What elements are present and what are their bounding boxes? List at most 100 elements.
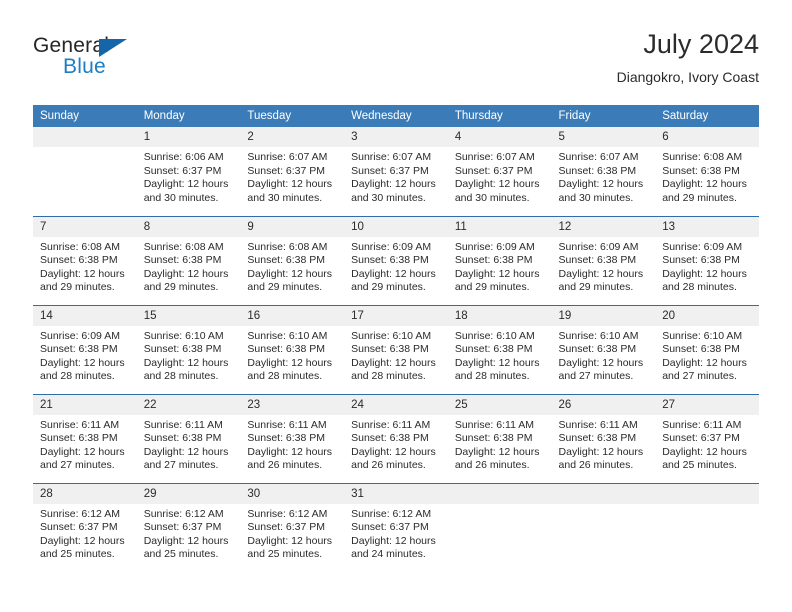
day-cell[interactable] [33, 127, 137, 216]
daylight-text-line1: Daylight: 12 hours [143, 534, 229, 547]
sunrise-text: Sunrise: 6:09 AM [351, 240, 432, 253]
sunrise-text: Sunrise: 6:07 AM [558, 151, 639, 163]
sunset-text: Sunset: 6:38 PM [143, 254, 222, 267]
daylight-text-line2: and 28 minutes. [247, 370, 323, 383]
day-details: Sunrise: 6:09 AM Sunset: 6:38 PM Dayligh… [655, 237, 759, 295]
daylight-text-line2: and 27 minutes. [662, 370, 737, 383]
sunrise-text: Sunrise: 6:08 AM [247, 240, 328, 253]
day-details: Sunrise: 6:09 AM Sunset: 6:38 PM Dayligh… [33, 326, 137, 384]
daylight-text-line2: and 26 minutes. [454, 459, 530, 472]
day-number: 30 [240, 483, 345, 504]
day-cell[interactable]: 18 Sunrise: 6:10 AM Sunset: 6:38 PM Dayl… [447, 304, 552, 394]
daylight-text-line1: Daylight: 12 hours [558, 178, 644, 191]
day-cell[interactable]: 4 Sunrise: 6:07 AM Sunset: 6:37 PM Dayli… [447, 127, 552, 216]
sunset-text: Sunset: 6:38 PM [454, 254, 533, 267]
day-cell[interactable]: 23 Sunrise: 6:11 AM Sunset: 6:38 PM Dayl… [240, 393, 345, 483]
day-cell[interactable]: 26 Sunrise: 6:11 AM Sunset: 6:38 PM Dayl… [551, 393, 656, 483]
day-number: 25 [447, 394, 552, 415]
day-cell[interactable]: 31 Sunrise: 6:12 AM Sunset: 6:37 PM Dayl… [344, 482, 448, 572]
sunrise-text: Sunrise: 6:09 AM [558, 240, 639, 253]
sunrise-text: Sunrise: 6:10 AM [247, 329, 328, 342]
daylight-text-line1: Daylight: 12 hours [454, 178, 540, 191]
daylight-text-line1: Daylight: 12 hours [247, 267, 333, 280]
sunset-text: Sunset: 6:37 PM [143, 521, 222, 534]
day-cell[interactable]: 21 Sunrise: 6:11 AM Sunset: 6:38 PM Dayl… [33, 393, 137, 483]
general-blue-logo[interactable]: General Blue [33, 34, 153, 84]
day-cell[interactable] [551, 482, 656, 572]
sunrise-text: Sunrise: 6:12 AM [247, 507, 328, 520]
day-cell[interactable]: 2 Sunrise: 6:07 AM Sunset: 6:37 PM Dayli… [240, 127, 345, 216]
day-cell[interactable]: 22 Sunrise: 6:11 AM Sunset: 6:38 PM Dayl… [136, 393, 241, 483]
day-details: Sunrise: 6:09 AM Sunset: 6:38 PM Dayligh… [552, 237, 656, 295]
day-number: 2 [240, 127, 345, 147]
day-cell[interactable]: 30 Sunrise: 6:12 AM Sunset: 6:37 PM Dayl… [240, 482, 345, 572]
sunrise-text: Sunrise: 6:10 AM [454, 329, 535, 342]
day-cell[interactable]: 14 Sunrise: 6:09 AM Sunset: 6:38 PM Dayl… [33, 304, 137, 394]
sunrise-text: Sunrise: 6:09 AM [454, 240, 535, 253]
day-cell[interactable]: 25 Sunrise: 6:11 AM Sunset: 6:38 PM Dayl… [447, 393, 552, 483]
day-cell[interactable]: 28 Sunrise: 6:12 AM Sunset: 6:37 PM Dayl… [33, 482, 137, 572]
daylight-text-line1: Daylight: 12 hours [351, 356, 436, 369]
sunrise-text: Sunrise: 6:11 AM [351, 418, 431, 431]
day-number: 17 [344, 305, 448, 326]
day-cell[interactable]: 7 Sunrise: 6:08 AM Sunset: 6:38 PM Dayli… [33, 215, 137, 305]
day-cell[interactable] [447, 482, 552, 572]
sunset-text: Sunset: 6:38 PM [40, 343, 118, 356]
day-cell[interactable]: 12 Sunrise: 6:09 AM Sunset: 6:38 PM Dayl… [551, 215, 656, 305]
daylight-text-line1: Daylight: 12 hours [247, 534, 333, 547]
day-cell[interactable]: 1 Sunrise: 6:06 AM Sunset: 6:37 PM Dayli… [136, 127, 241, 216]
day-number: 29 [136, 483, 241, 504]
day-number [551, 483, 656, 504]
day-cell[interactable]: 17 Sunrise: 6:10 AM Sunset: 6:38 PM Dayl… [344, 304, 448, 394]
day-cell[interactable]: 16 Sunrise: 6:10 AM Sunset: 6:38 PM Dayl… [240, 304, 345, 394]
sunset-text: Sunset: 6:37 PM [351, 521, 429, 534]
day-number [447, 483, 552, 504]
day-number: 12 [551, 216, 656, 237]
day-details: Sunrise: 6:06 AM Sunset: 6:37 PM Dayligh… [137, 147, 241, 205]
daylight-text-line2: and 28 minutes. [143, 370, 219, 383]
day-details: Sunrise: 6:11 AM Sunset: 6:38 PM Dayligh… [552, 415, 656, 473]
day-cell[interactable]: 11 Sunrise: 6:09 AM Sunset: 6:38 PM Dayl… [447, 215, 552, 305]
day-number: 23 [240, 394, 345, 415]
day-details: Sunrise: 6:07 AM Sunset: 6:37 PM Dayligh… [240, 147, 344, 205]
day-number: 28 [33, 483, 137, 504]
day-details: Sunrise: 6:10 AM Sunset: 6:38 PM Dayligh… [240, 326, 344, 384]
day-cell[interactable]: 6 Sunrise: 6:08 AM Sunset: 6:38 PM Dayli… [655, 127, 759, 216]
day-details: Sunrise: 6:11 AM Sunset: 6:38 PM Dayligh… [33, 415, 137, 473]
day-cell[interactable]: 24 Sunrise: 6:11 AM Sunset: 6:38 PM Dayl… [344, 393, 448, 483]
day-cell[interactable]: 9 Sunrise: 6:08 AM Sunset: 6:38 PM Dayli… [240, 215, 345, 305]
day-number: 11 [447, 216, 552, 237]
day-cell[interactable]: 15 Sunrise: 6:10 AM Sunset: 6:38 PM Dayl… [136, 304, 241, 394]
day-cell[interactable]: 19 Sunrise: 6:10 AM Sunset: 6:38 PM Dayl… [551, 304, 656, 394]
daylight-text-line2: and 29 minutes. [351, 281, 426, 294]
day-number: 14 [33, 305, 137, 326]
day-number: 9 [240, 216, 345, 237]
daylight-text-line2: and 25 minutes. [40, 548, 115, 561]
day-number: 31 [344, 483, 448, 504]
sunset-text: Sunset: 6:37 PM [351, 164, 429, 177]
daylight-text-line2: and 30 minutes. [558, 191, 634, 204]
day-cell[interactable]: 29 Sunrise: 6:12 AM Sunset: 6:37 PM Dayl… [136, 482, 241, 572]
day-number [655, 483, 759, 504]
day-cell[interactable]: 20 Sunrise: 6:10 AM Sunset: 6:38 PM Dayl… [655, 304, 759, 394]
day-details: Sunrise: 6:08 AM Sunset: 6:38 PM Dayligh… [655, 147, 759, 205]
sunset-text: Sunset: 6:38 PM [40, 254, 118, 267]
sunset-text: Sunset: 6:37 PM [247, 521, 326, 534]
day-number: 26 [551, 394, 656, 415]
day-details: Sunrise: 6:12 AM Sunset: 6:37 PM Dayligh… [344, 504, 448, 562]
sunset-text: Sunset: 6:38 PM [247, 254, 326, 267]
day-cell[interactable]: 13 Sunrise: 6:09 AM Sunset: 6:38 PM Dayl… [655, 215, 759, 305]
sunrise-text: Sunrise: 6:12 AM [351, 507, 432, 520]
sunrise-text: Sunrise: 6:09 AM [662, 240, 743, 253]
day-cell[interactable]: 5 Sunrise: 6:07 AM Sunset: 6:38 PM Dayli… [551, 127, 656, 216]
logo-text-blue: Blue [63, 55, 106, 78]
day-cell[interactable]: 8 Sunrise: 6:08 AM Sunset: 6:38 PM Dayli… [136, 215, 241, 305]
weekday-header-wednesday: Wednesday [344, 105, 448, 127]
day-cell[interactable] [655, 482, 759, 572]
sunset-text: Sunset: 6:37 PM [40, 521, 118, 534]
day-details: Sunrise: 6:12 AM Sunset: 6:37 PM Dayligh… [33, 504, 137, 562]
sunrise-text: Sunrise: 6:12 AM [143, 507, 224, 520]
day-cell[interactable]: 10 Sunrise: 6:09 AM Sunset: 6:38 PM Dayl… [344, 215, 448, 305]
day-cell[interactable]: 3 Sunrise: 6:07 AM Sunset: 6:37 PM Dayli… [344, 127, 448, 216]
day-cell[interactable]: 27 Sunrise: 6:11 AM Sunset: 6:37 PM Dayl… [655, 393, 759, 483]
